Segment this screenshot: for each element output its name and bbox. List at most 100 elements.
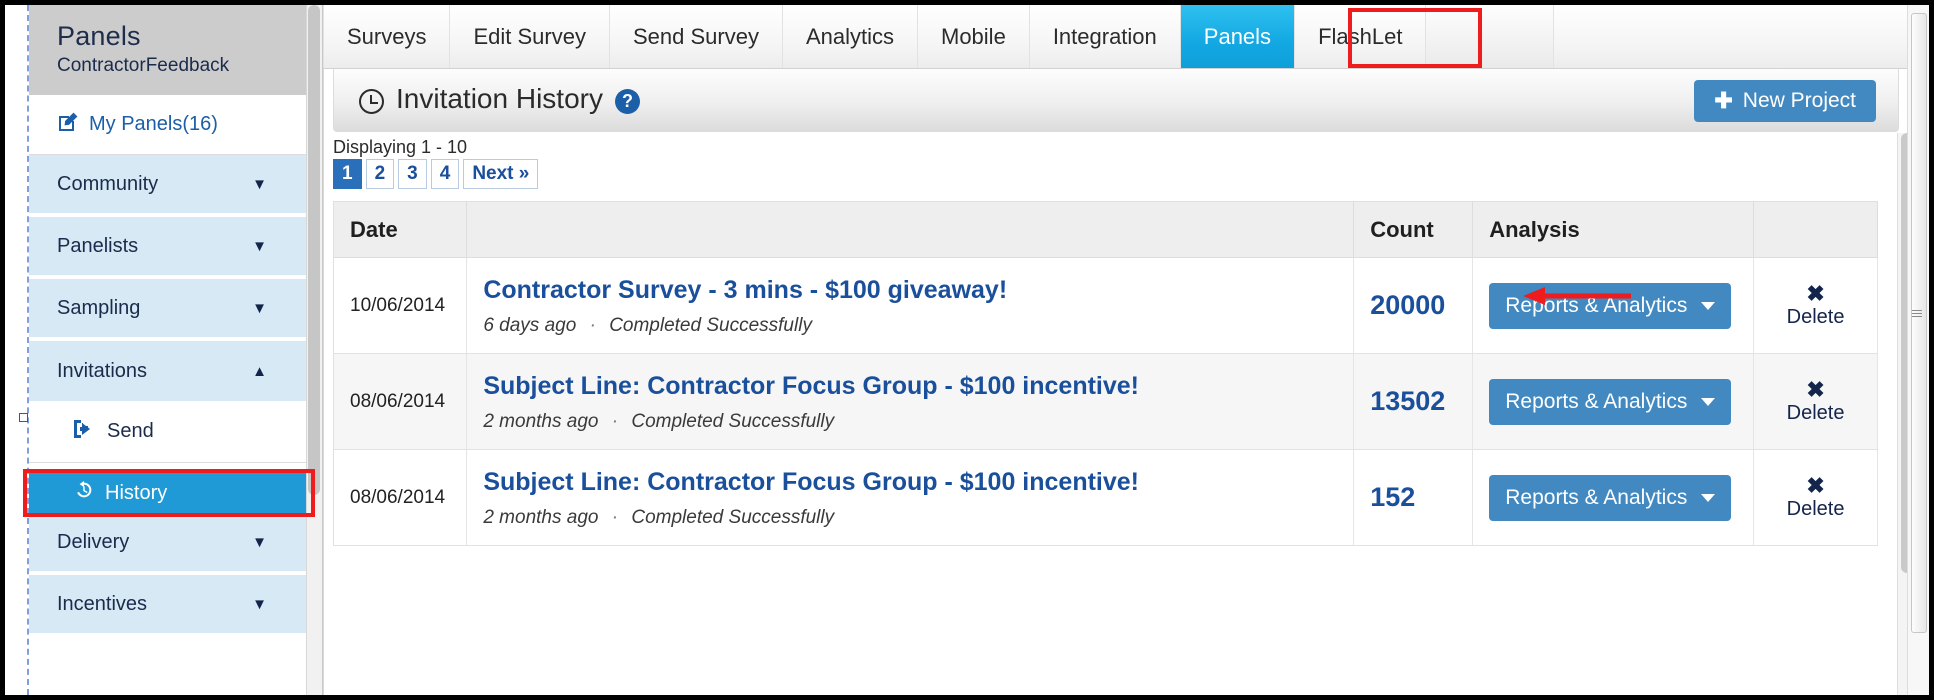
tab-edit-survey[interactable]: Edit Survey xyxy=(450,5,610,68)
row-delete-cell[interactable]: ✖ Delete xyxy=(1753,257,1878,354)
meta-separator: · xyxy=(611,410,619,432)
sidebar-item-send[interactable]: Send xyxy=(29,401,309,463)
chevron-down-icon xyxy=(1701,397,1716,406)
row-meta: 6 days ago · Completed Successfully xyxy=(483,315,1337,337)
tab-flashlet[interactable]: FlashLet xyxy=(1295,5,1427,68)
row-date: 08/06/2014 xyxy=(333,353,468,450)
tab-panels[interactable]: Panels xyxy=(1180,5,1296,68)
row-age: 2 months ago xyxy=(483,410,599,432)
row-meta: 2 months ago · Completed Successfully xyxy=(483,507,1337,529)
sidebar-item-label: Incentives xyxy=(57,592,148,615)
reports-analytics-label: Reports & Analytics xyxy=(1505,293,1688,317)
tab-integration[interactable]: Integration xyxy=(1029,5,1181,68)
delete-button[interactable]: Delete xyxy=(1770,305,1861,329)
row-delete-cell[interactable]: ✖ Delete xyxy=(1753,353,1878,450)
sidebar-item-label: Sampling xyxy=(57,296,141,319)
sidebar-header: Panels ContractorFeedback xyxy=(29,5,309,95)
row-meta: 2 months ago · Completed Successfully xyxy=(483,411,1337,433)
sidebar-scrollbar-thumb[interactable] xyxy=(308,5,320,495)
sidebar-item-invitations[interactable]: Invitations ▲ xyxy=(29,341,309,401)
sidebar-item-community[interactable]: Community ▼ xyxy=(29,155,309,215)
row-delete-cell[interactable]: ✖ Delete xyxy=(1753,449,1878,546)
new-project-button[interactable]: ✚ New Project xyxy=(1694,80,1876,122)
sidebar-item-history[interactable]: History xyxy=(29,473,309,513)
page-title: Invitation History ? xyxy=(359,83,640,115)
reports-analytics-button[interactable]: Reports & Analytics xyxy=(1489,474,1732,521)
edit-square-icon xyxy=(57,111,79,139)
chevron-down-icon xyxy=(1701,493,1716,502)
row-analysis-cell: Reports & Analytics xyxy=(1472,449,1755,546)
row-age: 6 days ago xyxy=(483,314,577,336)
sidebar-scrollbar[interactable] xyxy=(306,5,322,695)
row-analysis-cell: Reports & Analytics xyxy=(1472,257,1755,354)
tabstrip-filler xyxy=(1553,5,1915,68)
sidebar-subtitle: ContractorFeedback xyxy=(57,55,230,76)
row-count: 13502 xyxy=(1353,353,1474,450)
chevron-down-icon xyxy=(1701,301,1716,310)
column-header-count: Count xyxy=(1353,201,1474,258)
column-header-analysis: Analysis xyxy=(1472,201,1755,258)
meta-separator: · xyxy=(611,506,619,528)
row-name-cell: Subject Line: Contractor Focus Group - $… xyxy=(466,353,1355,450)
window-scrollbar-thumb[interactable] xyxy=(1911,13,1927,633)
question-mark-icon[interactable]: ? xyxy=(614,88,640,114)
sidebar-item-panelists[interactable]: Panelists ▼ xyxy=(29,217,309,277)
page-title-text: Invitation History xyxy=(396,83,603,114)
tab-label: Integration xyxy=(1052,24,1157,49)
chevron-up-icon: ▲ xyxy=(252,362,267,380)
delete-button[interactable]: Delete xyxy=(1770,497,1861,521)
tab-label: Mobile xyxy=(941,24,1006,49)
row-count: 152 xyxy=(1353,449,1474,546)
reports-analytics-button[interactable]: Reports & Analytics xyxy=(1489,378,1732,425)
window-scrollbar[interactable] xyxy=(1907,5,1929,695)
row-count: 20000 xyxy=(1353,257,1474,354)
sidebar-item-delivery[interactable]: Delivery ▼ xyxy=(29,513,309,573)
sidebar-resize-handle[interactable] xyxy=(19,413,28,422)
tab-label: Panels xyxy=(1203,24,1272,49)
row-date: 10/06/2014 xyxy=(333,257,468,354)
scrollbar-grip-icon xyxy=(1912,310,1922,319)
close-icon: ✖ xyxy=(1806,376,1825,402)
reports-analytics-button[interactable]: Reports & Analytics xyxy=(1489,282,1732,329)
tab-label: Analytics xyxy=(805,24,894,49)
delete-button[interactable]: Delete xyxy=(1770,401,1861,425)
tab-label: Edit Survey xyxy=(473,24,586,49)
row-date: 08/06/2014 xyxy=(333,449,468,546)
sidebar-item-label: Panelists xyxy=(57,234,139,257)
content-panel: Invitation History ? ✚ New Project Displ… xyxy=(323,69,1915,695)
app-window: Panels ContractorFeedback My Panels(16) … xyxy=(0,0,1934,700)
sidebar-item-label: Delivery xyxy=(57,530,130,553)
column-header-date: Date xyxy=(333,201,468,258)
row-name-cell: Subject Line: Contractor Focus Group - $… xyxy=(466,449,1355,546)
chevron-down-icon: ▼ xyxy=(252,533,267,551)
main-area: Surveys Edit Survey Send Survey Analytic… xyxy=(323,5,1929,695)
row-title-link[interactable]: Subject Line: Contractor Focus Group - $… xyxy=(483,467,1337,497)
column-header-actions xyxy=(1753,201,1878,258)
reports-analytics-label: Reports & Analytics xyxy=(1505,485,1688,509)
plus-icon: ✚ xyxy=(1714,88,1733,113)
tab-send-survey[interactable]: Send Survey xyxy=(609,5,783,68)
sign-out-icon xyxy=(73,419,97,445)
pagination: 1 2 3 4 Next » xyxy=(333,159,542,189)
row-title-link[interactable]: Subject Line: Contractor Focus Group - $… xyxy=(483,371,1337,401)
tab-analytics[interactable]: Analytics xyxy=(782,5,918,68)
tab-surveys[interactable]: Surveys xyxy=(323,5,451,68)
row-analysis-cell: Reports & Analytics xyxy=(1472,353,1755,450)
clock-icon xyxy=(359,88,384,114)
table-row: 10/06/2014 Contractor Survey - 3 mins - … xyxy=(333,257,1878,354)
chevron-down-icon: ▼ xyxy=(252,595,267,613)
sidebar-item-incentives[interactable]: Incentives ▼ xyxy=(29,575,309,635)
tab-mobile[interactable]: Mobile xyxy=(918,5,1030,68)
chevron-down-icon: ▼ xyxy=(252,299,267,317)
page-button-4[interactable]: 4 xyxy=(430,159,460,189)
row-title-link[interactable]: Contractor Survey - 3 mins - $100 giveaw… xyxy=(483,275,1337,305)
row-status: Completed Successfully xyxy=(631,410,835,432)
sidebar-item-sampling[interactable]: Sampling ▼ xyxy=(29,279,309,339)
page-button-2[interactable]: 2 xyxy=(365,159,395,189)
page-button-1[interactable]: 1 xyxy=(333,159,362,189)
page-button-3[interactable]: 3 xyxy=(398,159,427,189)
sidebar-item-label: History xyxy=(105,481,168,504)
table-row: 08/06/2014 Subject Line: Contractor Focu… xyxy=(333,353,1878,450)
next-page-button[interactable]: Next » xyxy=(463,159,539,189)
sidebar-item-my-panels[interactable]: My Panels(16) xyxy=(29,95,309,155)
